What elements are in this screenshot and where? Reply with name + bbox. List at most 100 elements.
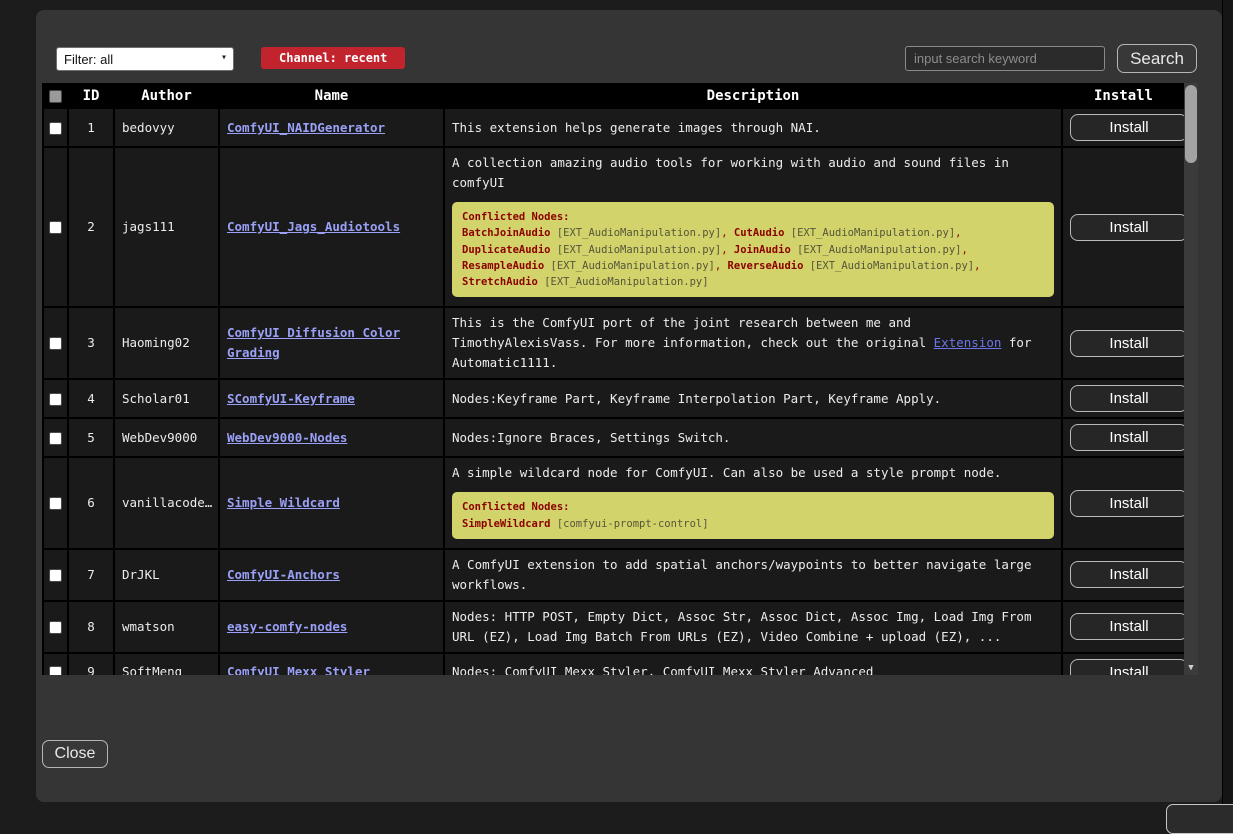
- install-button[interactable]: Install: [1070, 613, 1188, 640]
- install-button[interactable]: Install: [1070, 114, 1188, 141]
- nodes-table-area: ID Author Name Description Install 1 bed…: [42, 83, 1198, 675]
- row-name-link[interactable]: easy-comfy-nodes: [227, 619, 347, 634]
- conflict-item: ResampleAudio [EXT_AudioManipulation.py]: [462, 260, 728, 272]
- row-id: 6: [68, 457, 114, 549]
- table-row: 2 jags111 ComfyUI_Jags_Audiotools A coll…: [43, 147, 1185, 307]
- row-name-link[interactable]: Simple Wildcard: [227, 495, 340, 510]
- install-button[interactable]: Install: [1070, 659, 1188, 675]
- conflict-node-name: ReverseAudio: [728, 260, 804, 272]
- row-author: vanillacode…: [114, 457, 219, 549]
- conflict-node-name: BatchJoinAudio: [462, 227, 551, 239]
- conflict-item: StretchAudio [EXT_AudioManipulation.py]: [462, 276, 709, 288]
- conflict-box: Conflicted Nodes: BatchJoinAudio [EXT_Au…: [452, 202, 1054, 297]
- install-button[interactable]: Install: [1070, 214, 1188, 241]
- row-description: Nodes:Keyframe Part, Keyframe Interpolat…: [444, 379, 1062, 418]
- select-all-checkbox[interactable]: [49, 90, 62, 103]
- row-id: 7: [68, 549, 114, 601]
- page-right-edge: [1222, 0, 1233, 815]
- conflict-node-name: SimpleWildcard: [462, 518, 551, 530]
- install-button[interactable]: Install: [1070, 385, 1188, 412]
- conflict-ext-name: [EXT_AudioManipulation.py]: [791, 227, 955, 239]
- custom-nodes-dialog: Filter: all ▾ Channel: recent Search ID …: [36, 10, 1222, 802]
- column-header-author: Author: [114, 84, 219, 108]
- table-scrollbar[interactable]: ▼: [1184, 83, 1198, 675]
- install-button[interactable]: Install: [1070, 561, 1188, 588]
- conflict-box: Conflicted Nodes: SimpleWildcard [comfyu…: [452, 492, 1054, 539]
- row-id: 1: [68, 108, 114, 147]
- table-row: 9 SoftMeng ComfyUI_Mexx_Styler Nodes: Co…: [43, 653, 1185, 675]
- row-checkbox[interactable]: [49, 393, 62, 406]
- row-checkbox[interactable]: [49, 621, 62, 634]
- row-name-link[interactable]: WebDev9000-Nodes: [227, 430, 347, 445]
- conflict-ext-name: [comfyui-prompt-control]: [557, 518, 709, 530]
- row-checkbox[interactable]: [49, 666, 62, 675]
- column-header-install: Install: [1062, 84, 1185, 108]
- row-id: 3: [68, 307, 114, 379]
- scroll-down-icon[interactable]: ▼: [1186, 663, 1196, 673]
- row-checkbox[interactable]: [49, 569, 62, 582]
- row-description: This is the ComfyUI port of the joint re…: [444, 307, 1062, 379]
- table-header-row: ID Author Name Description Install: [43, 84, 1185, 108]
- table-row: 8 wmatson easy-comfy-nodes Nodes: HTTP P…: [43, 601, 1185, 653]
- install-button[interactable]: Install: [1070, 424, 1188, 451]
- conflict-title: Conflicted Nodes:: [462, 209, 1044, 225]
- row-author: Scholar01: [114, 379, 219, 418]
- row-author: SoftMeng: [114, 653, 219, 675]
- row-author: Haoming02: [114, 307, 219, 379]
- table-row: 7 DrJKL ComfyUI-Anchors A ComfyUI extens…: [43, 549, 1185, 601]
- conflict-node-name: DuplicateAudio: [462, 244, 551, 256]
- background-button-fragment: [1166, 804, 1233, 834]
- row-checkbox[interactable]: [49, 337, 62, 350]
- extension-link[interactable]: Extension: [934, 335, 1002, 350]
- row-checkbox[interactable]: [49, 221, 62, 234]
- row-description: Nodes: HTTP POST, Empty Dict, Assoc Str,…: [444, 601, 1062, 653]
- conflict-item: DuplicateAudio [EXT_AudioManipulation.py…: [462, 244, 734, 256]
- row-id: 8: [68, 601, 114, 653]
- column-header-name: Name: [219, 84, 444, 108]
- conflict-ext-name: [EXT_AudioManipulation.py]: [551, 260, 715, 272]
- row-description: A collection amazing audio tools for wor…: [444, 147, 1062, 307]
- column-header-id: ID: [68, 84, 114, 108]
- row-name-link[interactable]: SComfyUI-Keyframe: [227, 391, 355, 406]
- row-name-link[interactable]: ComfyUI_Mexx_Styler: [227, 664, 370, 675]
- table-row: 3 Haoming02 ComfyUI Diffusion Color Grad…: [43, 307, 1185, 379]
- conflict-node-name: CutAudio: [734, 227, 785, 239]
- row-author: bedovyy: [114, 108, 219, 147]
- filter-select[interactable]: Filter: all: [56, 47, 234, 71]
- conflict-item: CutAudio [EXT_AudioManipulation.py]: [734, 227, 962, 239]
- row-author: jags111: [114, 147, 219, 307]
- conflict-title: Conflicted Nodes:: [462, 499, 1044, 515]
- close-button[interactable]: Close: [42, 740, 108, 768]
- filter-dropdown-wrap: Filter: all ▾: [56, 47, 234, 71]
- row-description: Nodes:Ignore Braces, Settings Switch.: [444, 418, 1062, 457]
- install-button[interactable]: Install: [1070, 330, 1188, 357]
- row-checkbox[interactable]: [49, 432, 62, 445]
- conflict-ext-name: [EXT_AudioManipulation.py]: [810, 260, 974, 272]
- row-author: wmatson: [114, 601, 219, 653]
- conflict-ext-name: [EXT_AudioManipulation.py]: [797, 244, 961, 256]
- conflict-ext-name: [EXT_AudioManipulation.py]: [557, 227, 721, 239]
- row-name-link[interactable]: ComfyUI_Jags_Audiotools: [227, 219, 400, 234]
- row-name-link[interactable]: ComfyUI Diffusion Color Grading: [227, 325, 400, 360]
- conflict-node-name: StretchAudio: [462, 276, 538, 288]
- search-input[interactable]: [905, 46, 1105, 71]
- row-name-link[interactable]: ComfyUI_NAIDGenerator: [227, 120, 385, 135]
- row-author: DrJKL: [114, 549, 219, 601]
- nodes-table: ID Author Name Description Install 1 bed…: [42, 83, 1186, 675]
- row-description: A simple wildcard node for ComfyUI. Can …: [444, 457, 1062, 549]
- column-header-select: [43, 84, 68, 108]
- conflict-node-name: JoinAudio: [734, 244, 791, 256]
- row-author: WebDev9000: [114, 418, 219, 457]
- row-id: 4: [68, 379, 114, 418]
- row-description: This extension helps generate images thr…: [444, 108, 1062, 147]
- scrollbar-thumb[interactable]: [1185, 85, 1197, 163]
- row-checkbox[interactable]: [49, 497, 62, 510]
- row-checkbox[interactable]: [49, 122, 62, 135]
- row-id: 5: [68, 418, 114, 457]
- row-name-link[interactable]: ComfyUI-Anchors: [227, 567, 340, 582]
- search-button[interactable]: Search: [1117, 44, 1197, 73]
- conflict-item: ReverseAudio [EXT_AudioManipulation.py]: [728, 260, 981, 272]
- row-id: 2: [68, 147, 114, 307]
- install-button[interactable]: Install: [1070, 490, 1188, 517]
- row-description: A ComfyUI extension to add spatial ancho…: [444, 549, 1062, 601]
